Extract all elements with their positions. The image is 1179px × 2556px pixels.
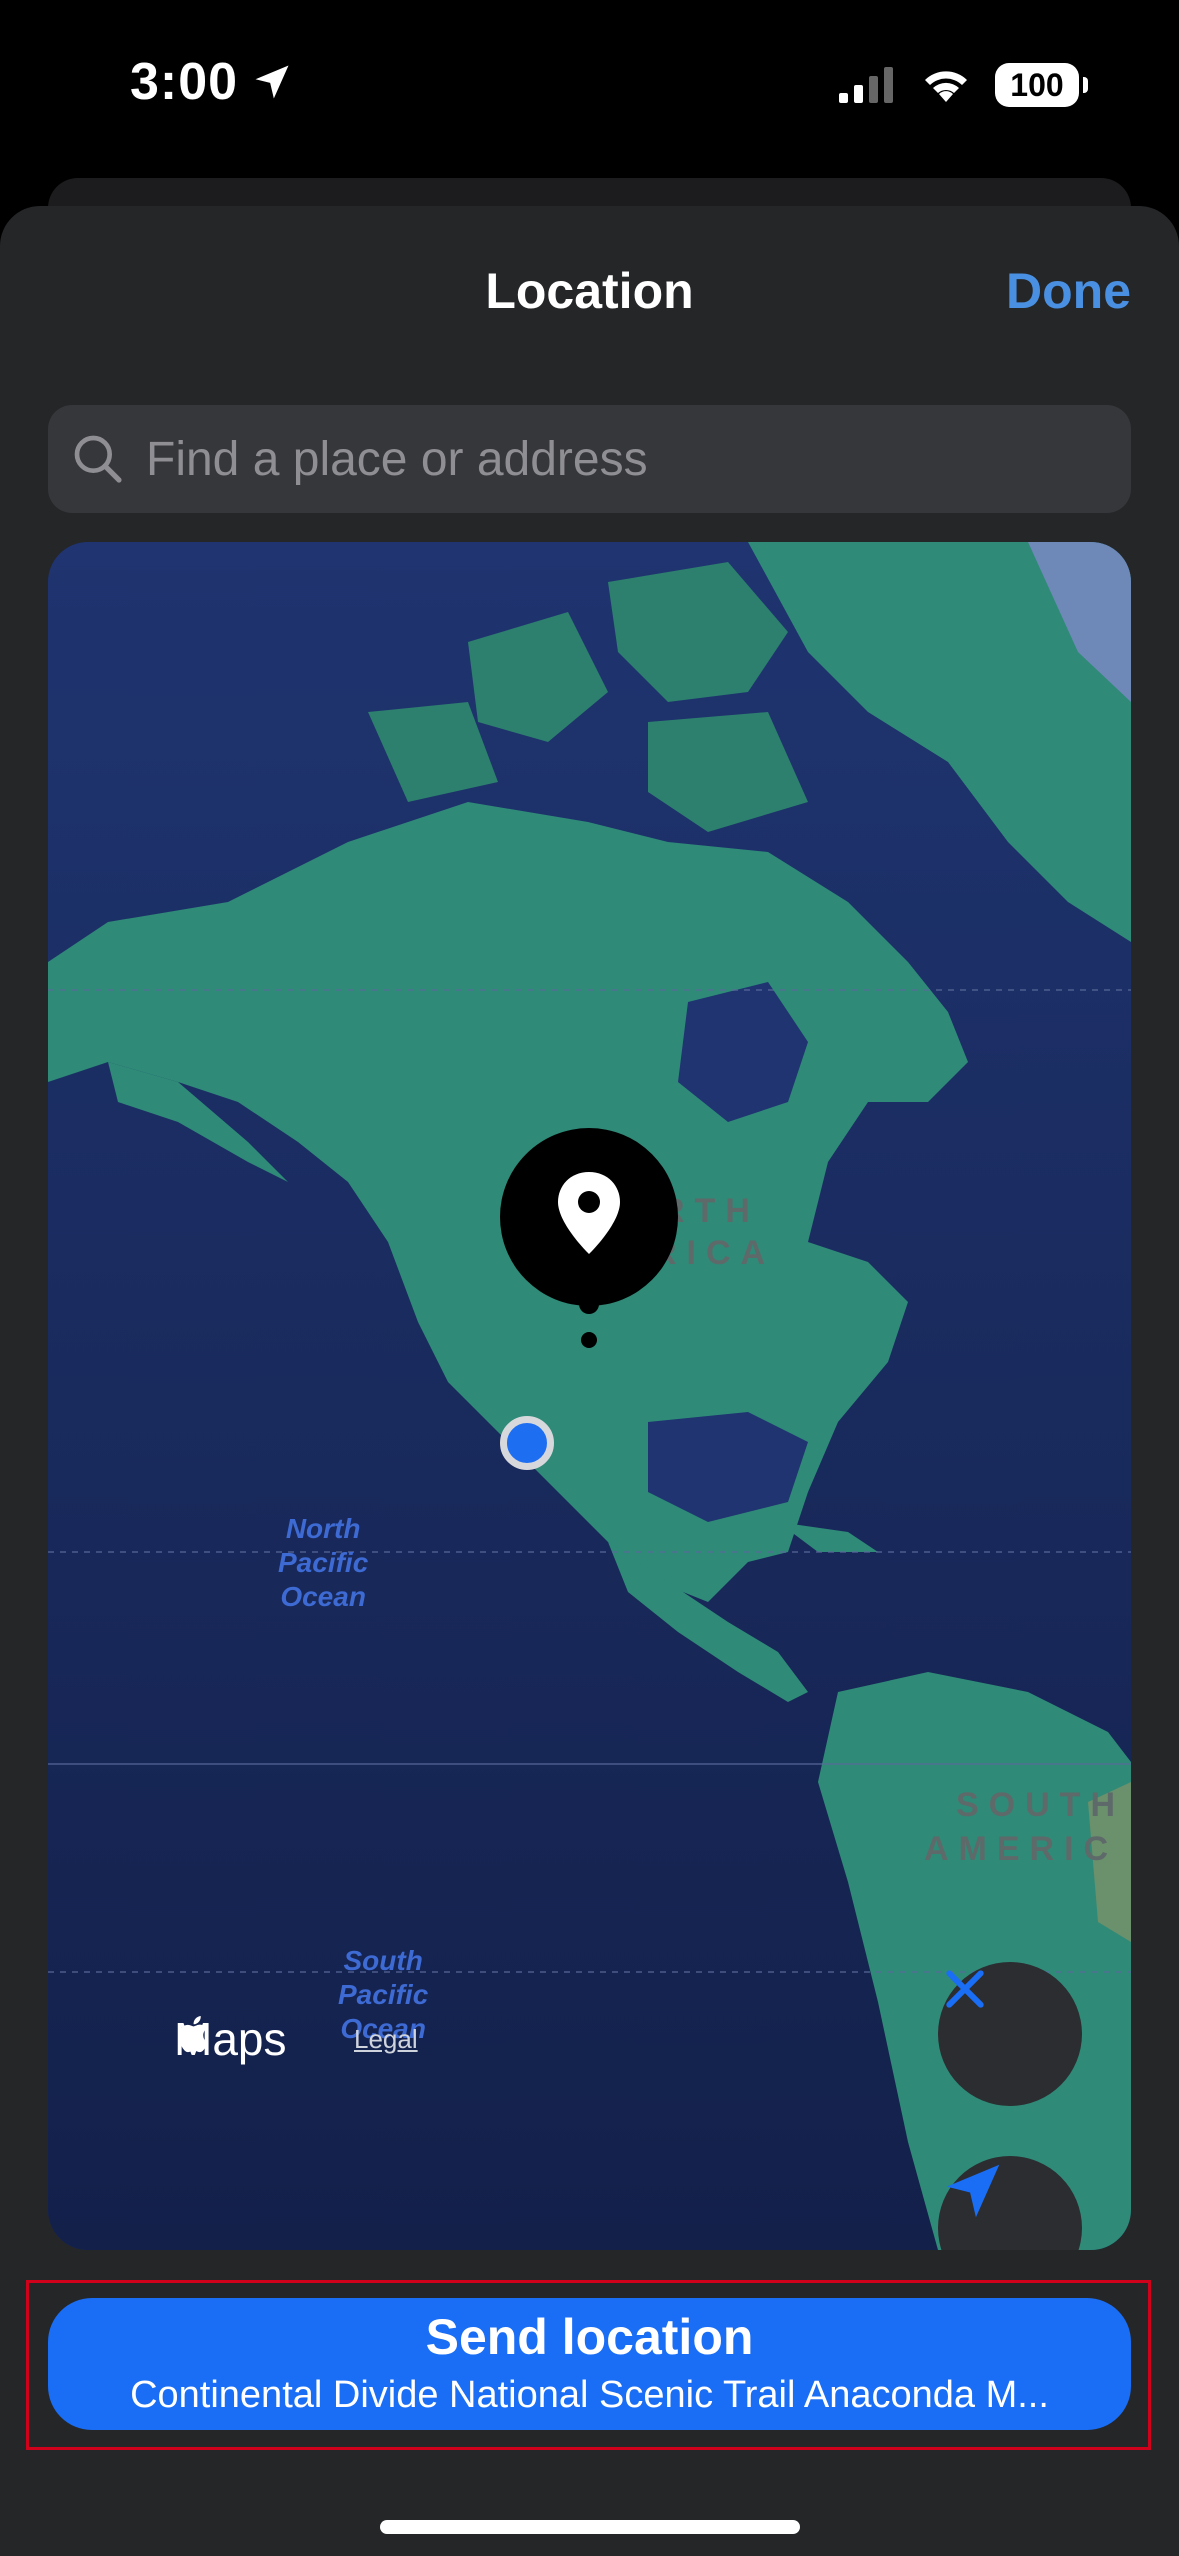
status-icons: 100 <box>837 60 1088 110</box>
pin-anchor-dot <box>581 1332 597 1348</box>
current-location-dot <box>500 1416 554 1470</box>
sheet-title: Location <box>485 263 694 319</box>
status-time: 3:00 <box>130 53 239 111</box>
search-bar[interactable] <box>48 405 1131 513</box>
location-arrow-icon <box>946 2164 1000 2218</box>
map-pin-icon <box>558 1172 620 1254</box>
battery-level: 100 <box>1010 66 1064 103</box>
send-location-subtitle: Continental Divide National Scenic Trail… <box>130 2374 1049 2416</box>
south-pacific-line-1: South <box>343 1945 423 1976</box>
selected-location-pin[interactable] <box>500 1128 678 1306</box>
search-icon <box>74 435 122 483</box>
clear-pin-button[interactable] <box>938 1962 1082 2106</box>
pin-tail <box>579 1294 599 1314</box>
battery-icon: 100 <box>995 63 1088 107</box>
south-america-label-1: SOUTH <box>956 1786 1125 1824</box>
north-pacific-line-1: North <box>285 1513 361 1544</box>
south-pacific-line-2: Pacific <box>338 1979 429 2010</box>
screen: 3:00 100 Location Done Find a place or a… <box>0 0 1179 2556</box>
north-pacific-line-2: Pacific <box>278 1547 369 1578</box>
map-view[interactable]: RTH RICA SOUTH AMERIC North Pacific Ocea… <box>48 542 1131 2250</box>
legal-link[interactable]: Legal <box>354 2024 418 2055</box>
location-arrow-icon <box>255 65 289 99</box>
apple-logo-icon <box>178 2016 208 2053</box>
send-location-button[interactable]: Send location Continental Divide Nationa… <box>48 2298 1131 2430</box>
apple-maps-logo: Maps <box>174 2012 286 2066</box>
done-button[interactable]: Done <box>1006 262 1131 320</box>
search-input[interactable] <box>144 430 1048 488</box>
send-location-title: Send location <box>425 2309 754 2365</box>
south-america-label-2: AMERIC <box>924 1830 1119 1868</box>
north-pacific-label: North Pacific Ocean <box>278 1512 368 1614</box>
home-indicator[interactable] <box>380 2520 800 2534</box>
wifi-icon <box>925 71 967 102</box>
status-bar: 3:00 100 <box>0 0 1179 170</box>
cellular-signal-icon <box>839 67 893 103</box>
north-pacific-line-3: Ocean <box>280 1581 366 1612</box>
close-icon <box>946 1970 984 2008</box>
